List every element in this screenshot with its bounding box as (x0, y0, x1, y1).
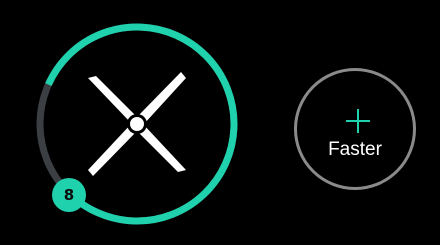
faster-label: Faster (328, 139, 382, 160)
faster-button[interactable]: Faster (294, 68, 416, 190)
plus-icon (346, 109, 370, 133)
speed-level-value: 8 (64, 186, 74, 204)
speed-level-badge: 8 (52, 178, 86, 212)
fan-blade-icon (88, 72, 186, 176)
